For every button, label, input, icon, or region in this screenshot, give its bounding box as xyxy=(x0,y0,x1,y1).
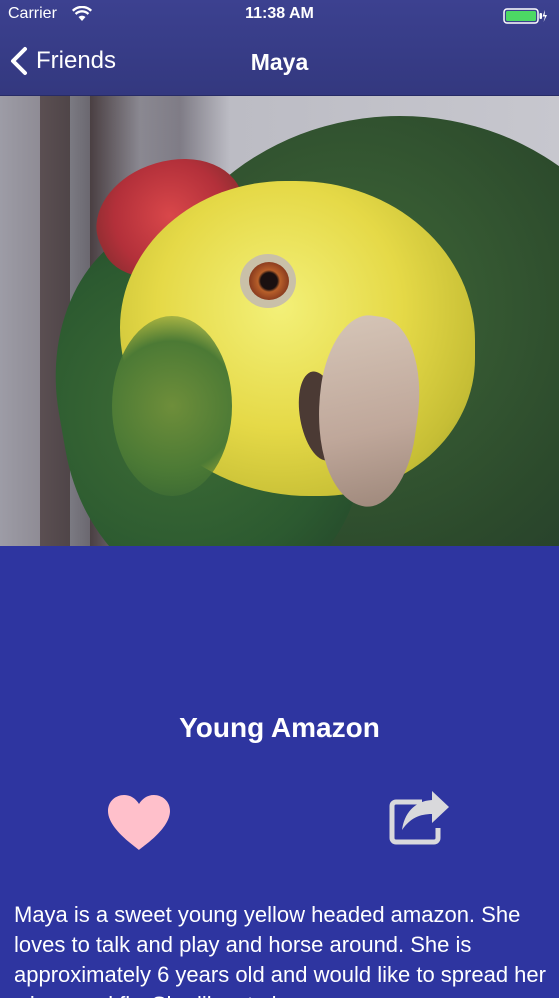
parrot-photo xyxy=(0,96,559,546)
status-time: 11:38 AM xyxy=(245,5,314,22)
charging-bolt-icon xyxy=(542,10,547,22)
page-title: Maya xyxy=(250,49,309,75)
battery-icon xyxy=(503,8,547,24)
status-bar: Carrier 11:38 AM xyxy=(0,0,559,30)
heart-icon[interactable] xyxy=(106,793,172,853)
top-bars: Carrier 11:38 AM Friends Maya xyxy=(0,0,559,96)
friend-detail-screen: Carrier 11:38 AM Friends Maya Young Amaz… xyxy=(0,0,559,998)
description-text: Maya is a sweet young yellow headed amaz… xyxy=(14,902,546,998)
share-icon[interactable] xyxy=(388,788,452,848)
species-subtitle: Young Amazon xyxy=(179,712,380,743)
navigation-bar: Friends Maya xyxy=(0,30,559,96)
